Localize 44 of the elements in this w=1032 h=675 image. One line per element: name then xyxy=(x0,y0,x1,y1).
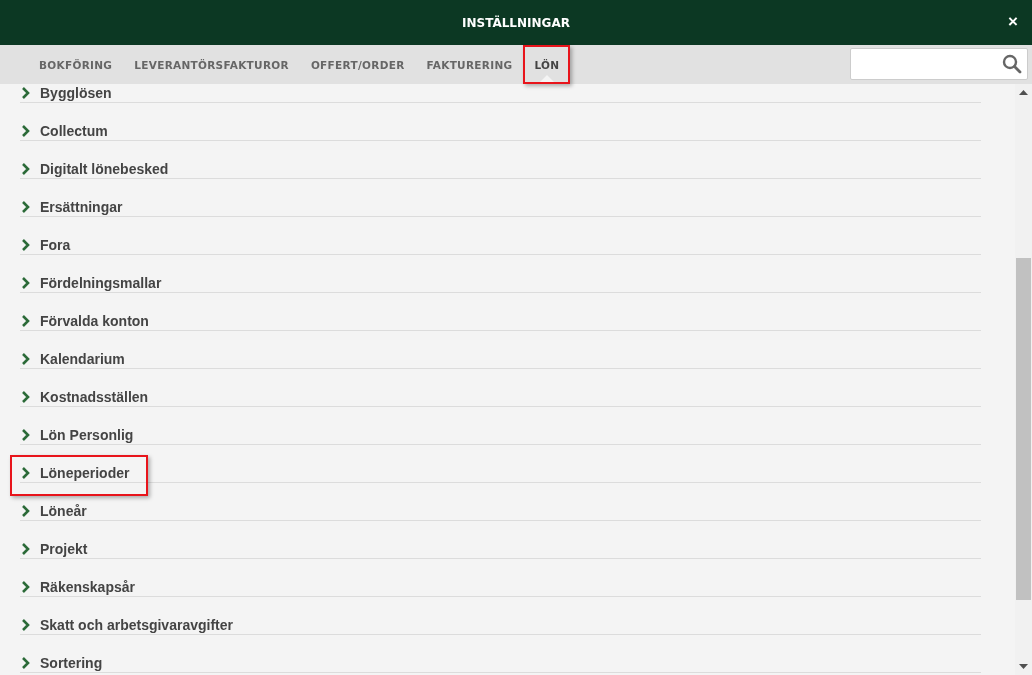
chevron-right-icon xyxy=(22,657,30,669)
window-title: INSTÄLLNINGAR xyxy=(462,15,570,30)
settings-item[interactable]: Fördelningsmallar xyxy=(20,274,162,292)
scrollbar-thumb[interactable] xyxy=(1016,258,1031,600)
chevron-right-icon xyxy=(22,125,30,137)
scroll-down-icon xyxy=(1019,664,1028,669)
settings-item[interactable]: Kalendarium xyxy=(20,350,125,368)
chevron-right-icon xyxy=(22,505,30,517)
chevron-right-icon xyxy=(22,353,30,365)
settings-item[interactable]: Förvalda konton xyxy=(20,312,149,330)
settings-item[interactable]: Collectum xyxy=(20,122,108,140)
settings-item[interactable]: Löneår xyxy=(20,502,87,520)
settings-item[interactable]: Lön Personlig xyxy=(20,426,134,444)
search-icon xyxy=(1002,54,1022,74)
chevron-right-icon xyxy=(22,581,30,593)
chevron-right-icon xyxy=(22,467,30,479)
settings-item[interactable]: Digitalt lönebesked xyxy=(20,160,169,178)
chevron-right-icon xyxy=(22,391,30,403)
tab[interactable]: FAKTURERING xyxy=(415,45,524,84)
chevron-right-icon xyxy=(22,201,30,213)
settings-item[interactable]: Löneperioder xyxy=(20,464,130,482)
tab[interactable]: LÖN xyxy=(523,45,571,84)
chevron-right-icon xyxy=(22,619,30,631)
settings-item[interactable]: Fora xyxy=(20,236,71,254)
chevron-right-icon xyxy=(22,543,30,555)
search-field[interactable] xyxy=(850,48,1028,80)
scroll-up-icon xyxy=(1019,90,1028,95)
chevron-right-icon xyxy=(22,429,30,441)
tab[interactable]: OFFERT/ORDER xyxy=(299,45,416,84)
settings-item[interactable]: Ersättningar xyxy=(20,198,123,216)
settings-item[interactable]: Projekt xyxy=(20,540,88,558)
settings-item[interactable]: Kostnadsställen xyxy=(20,388,149,406)
close-button[interactable]: × xyxy=(1006,12,1020,32)
chevron-right-icon xyxy=(22,239,30,251)
tab[interactable]: LEVERANTÖRSFAKTUROR xyxy=(123,45,300,84)
settings-item[interactable]: Bygglösen xyxy=(20,84,112,102)
chevron-right-icon xyxy=(22,315,30,327)
settings-item[interactable]: Räkenskapsår xyxy=(20,578,135,596)
chevron-right-icon xyxy=(22,87,30,99)
chevron-right-icon xyxy=(22,163,30,175)
settings-item[interactable]: Sortering xyxy=(20,654,103,672)
chevron-right-icon xyxy=(22,277,30,289)
tab[interactable]: BOKFÖRING xyxy=(28,45,124,84)
settings-item[interactable]: Skatt och arbetsgivaravgifter xyxy=(20,616,233,634)
